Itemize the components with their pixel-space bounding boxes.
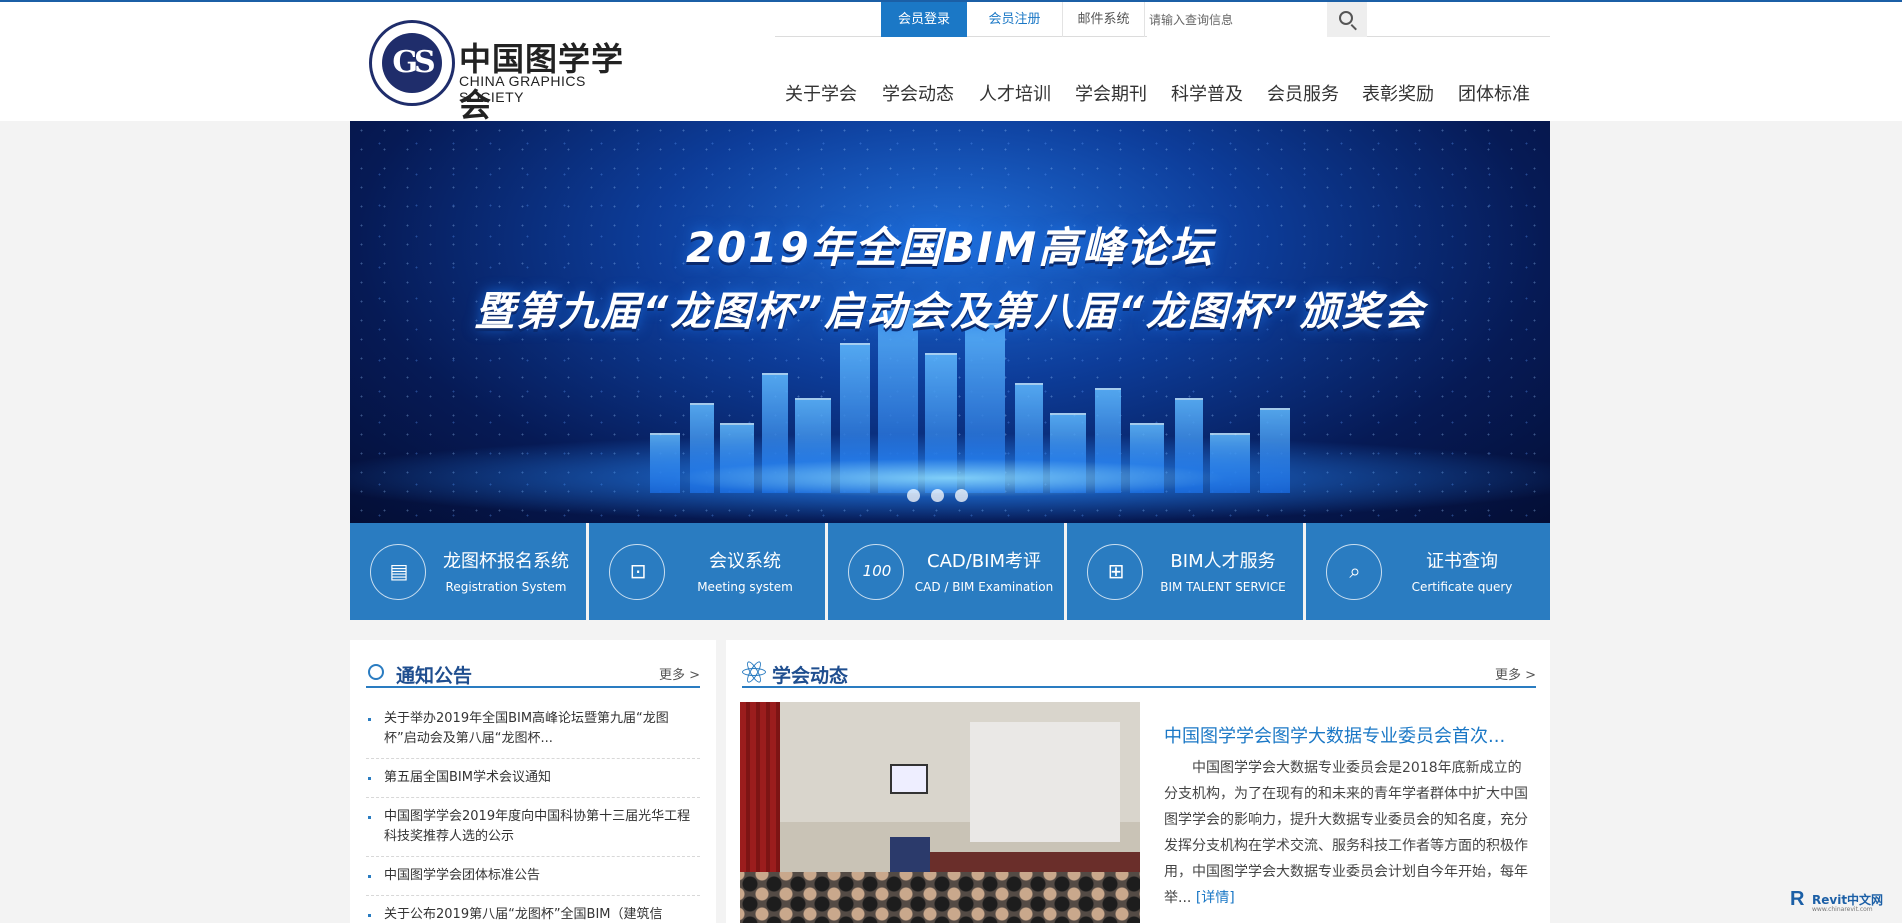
watermark-logo: R Revit中文网 www.chinarevit.com (1790, 888, 1894, 916)
hero-banner[interactable]: 2019年全国BIM高峰论坛 暨第九届“龙图杯”启动会及第八届“龙图杯”颁奖会 (350, 121, 1550, 523)
nav-awards[interactable]: 表彰奖励 (1362, 80, 1434, 106)
main-nav: 关于学会 学会动态 人才培训 学会期刊 科学普及 会员服务 表彰奖励 团体标准 (775, 80, 1550, 110)
banner-light-ring (350, 433, 1550, 523)
top-utility-bar: 会员登录 会员注册 邮件系统 (775, 2, 1550, 37)
news-summary: 中国图学学会大数据专业委员会是2018年底新成立的分支机构，为了在现有的和未来的… (1164, 755, 1534, 911)
banner-title-line2: 暨第九届“龙图杯”启动会及第八届“龙图杯”颁奖会 (474, 289, 1426, 335)
service-subtitle: CAD / BIM Examination (914, 580, 1054, 594)
service-title: CAD/BIM考评 (927, 551, 1041, 572)
member-login-button[interactable]: 会员登录 (881, 2, 967, 37)
service-title: BIM人才服务 (1170, 551, 1276, 572)
search-icon (1339, 11, 1353, 25)
carousel-dot-3[interactable] (955, 489, 968, 502)
service-subtitle: BIM TALENT SERVICE (1160, 580, 1286, 594)
notice-header: 通知公告 更多 > (366, 654, 700, 688)
grid-icon: ⊞ (1087, 544, 1143, 600)
mail-system-link[interactable]: 邮件系统 (1063, 2, 1145, 37)
nav-science[interactable]: 科学普及 (1171, 80, 1243, 106)
carousel-dots (907, 489, 997, 503)
service-title: 龙图杯报名系统 (443, 551, 569, 572)
carousel-dot-2[interactable] (931, 489, 944, 502)
service-talent[interactable]: ⊞ BIM人才服务 BIM TALENT SERVICE (1067, 523, 1303, 620)
nav-member-service[interactable]: 会员服务 (1267, 80, 1339, 106)
news-section-title: 学会动态 (772, 665, 849, 687)
notice-panel: 通知公告 更多 > 关于举办2019年全国BIM高峰论坛暨第九届“龙图杯”启动会… (350, 640, 716, 923)
service-registration[interactable]: ▤ 龙图杯报名系统 Registration System (350, 523, 586, 620)
news-panel: 学会动态 更多 > 中国图学学会图学大数据专业委员会首次... 中国图学学会大数… (726, 640, 1550, 923)
notice-list: 关于举办2019年全国BIM高峰论坛暨第九届“龙图杯”启动会及第八届“龙图杯..… (366, 700, 700, 923)
logo-en-name: CHINA GRAPHICS SOCIETY (459, 73, 586, 105)
news-body-text: 中国图学学会大数据专业委员会是2018年底新成立的分支机构，为了在现有的和未来的… (1164, 760, 1528, 906)
list-item[interactable]: 中国图学学会2019年度向中国科协第十三届光华工程科技奖推荐人选的公示 (366, 798, 700, 857)
list-item[interactable]: 关于举办2019年全国BIM高峰论坛暨第九届“龙图杯”启动会及第八届“龙图杯..… (366, 700, 700, 759)
nav-about[interactable]: 关于学会 (785, 80, 857, 106)
carousel-dot-1[interactable] (907, 489, 920, 502)
notice-title: 通知公告 (396, 665, 473, 687)
news-detail-link[interactable]: [详情] (1196, 890, 1235, 906)
nav-journal[interactable]: 学会期刊 (1075, 80, 1147, 106)
service-title: 会议系统 (709, 551, 781, 572)
watermark-url: www.chinarevit.com (1812, 906, 1873, 913)
nav-news[interactable]: 学会动态 (882, 80, 954, 106)
list-item[interactable]: 第五届全国BIM学术会议通知 (366, 759, 700, 798)
atom-icon (742, 659, 766, 685)
watermark-r-icon: R (1790, 888, 1805, 910)
news-photo[interactable] (740, 702, 1140, 923)
search-icon: ⌕ (1326, 544, 1382, 600)
news-headline[interactable]: 中国图学学会图学大数据专业委员会首次... (1164, 722, 1505, 748)
service-tiles: ▤ 龙图杯报名系统 Registration System ⊡ 会议系统 Mee… (350, 523, 1550, 620)
search-input[interactable] (1147, 2, 1327, 37)
notice-more-link[interactable]: 更多 > (659, 664, 700, 683)
service-certificate[interactable]: ⌕ 证书查询 Certificate query (1306, 523, 1550, 620)
service-meeting[interactable]: ⊡ 会议系统 Meeting system (589, 523, 825, 620)
site-logo[interactable]: GS 中国图学学会 CHINA GRAPHICS SOCIETY (369, 20, 649, 124)
news-more-link[interactable]: 更多 > (1495, 664, 1536, 683)
banner-title-line1: 2019年全国BIM高峰论坛 (685, 223, 1215, 272)
score-100-icon: 100 (848, 544, 904, 600)
service-subtitle: Certificate query (1411, 580, 1513, 594)
service-subtitle: Registration System (445, 580, 567, 594)
service-subtitle: Meeting system (697, 580, 793, 594)
member-register-link[interactable]: 会员注册 (967, 2, 1063, 37)
news-header: 学会动态 更多 > (742, 654, 1536, 688)
logo-seal-icon: GS (369, 20, 455, 106)
nav-training[interactable]: 人才培训 (979, 80, 1051, 106)
list-item[interactable]: 中国图学学会团体标准公告 (366, 857, 700, 896)
list-item[interactable]: 关于公布2019第八届“龙图杯”全国BIM（建筑信 (366, 896, 700, 923)
service-title: 证书查询 (1426, 551, 1498, 572)
search-button[interactable] (1327, 2, 1367, 37)
circle-icon (368, 664, 384, 680)
logo-seal-letters: GS (392, 45, 435, 80)
form-icon: ▤ (370, 544, 426, 600)
nav-standards[interactable]: 团体标准 (1458, 80, 1530, 106)
presentation-icon: ⊡ (609, 544, 665, 600)
service-exam[interactable]: 100 CAD/BIM考评 CAD / BIM Examination (828, 523, 1064, 620)
